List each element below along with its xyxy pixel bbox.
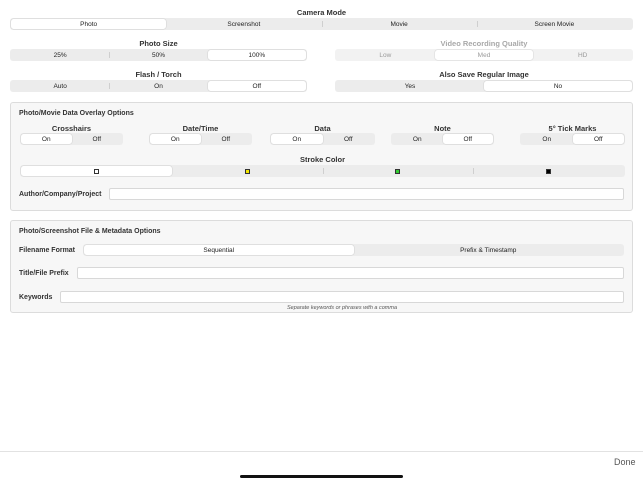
datetime-toggle[interactable]: On Off bbox=[149, 133, 252, 145]
stroke-color-black[interactable] bbox=[473, 166, 624, 176]
stroke-color-label: Stroke Color bbox=[299, 155, 345, 164]
flash-on[interactable]: On bbox=[109, 81, 207, 91]
flash-off[interactable]: Off bbox=[207, 81, 306, 91]
prefix-label: Title/File Prefix bbox=[19, 270, 69, 277]
flash-auto[interactable]: Auto bbox=[11, 81, 109, 91]
video-quality-segmented-control[interactable]: Low Med HD bbox=[335, 49, 633, 61]
metadata-options-title: Photo/Screenshot File & Metadata Options bbox=[19, 228, 161, 235]
datetime-label: Date/Time bbox=[182, 124, 219, 133]
camera-mode-label: Camera Mode bbox=[296, 8, 347, 17]
black-swatch-icon bbox=[546, 168, 552, 174]
note-on[interactable]: On bbox=[392, 134, 443, 144]
done-button[interactable]: Done bbox=[614, 457, 636, 467]
note-label: Note bbox=[434, 124, 451, 133]
tick-marks-toggle[interactable]: On Off bbox=[520, 133, 625, 145]
keywords-label: Keywords bbox=[19, 294, 53, 301]
crosshairs-toggle[interactable]: On Off bbox=[20, 133, 123, 145]
video-quality-med[interactable]: Med bbox=[434, 50, 534, 60]
save-regular-yes[interactable]: Yes bbox=[336, 81, 484, 91]
crosshairs-off[interactable]: Off bbox=[72, 134, 123, 144]
filename-format-sequential[interactable]: Sequential bbox=[84, 245, 354, 255]
data-off[interactable]: Off bbox=[323, 134, 375, 144]
note-toggle[interactable]: On Off bbox=[391, 133, 494, 145]
save-regular-label: Also Save Regular Image bbox=[439, 70, 529, 79]
stroke-color-segmented-control[interactable] bbox=[20, 165, 625, 177]
overlay-options-title: Photo/Movie Data Overlay Options bbox=[19, 110, 134, 117]
camera-mode-movie[interactable]: Movie bbox=[321, 19, 477, 29]
camera-mode-photo[interactable]: Photo bbox=[11, 19, 167, 29]
data-toggle[interactable]: On Off bbox=[270, 133, 375, 145]
filename-format-segmented-control[interactable]: Sequential Prefix & Timestamp bbox=[83, 244, 624, 256]
filename-format-label: Filename Format bbox=[19, 247, 76, 254]
flash-label: Flash / Torch bbox=[135, 70, 182, 79]
photo-size-segmented-control[interactable]: 25% 50% 100% bbox=[10, 49, 307, 61]
save-regular-no[interactable]: No bbox=[484, 81, 632, 91]
yellow-swatch-icon bbox=[244, 168, 250, 174]
photo-size-25[interactable]: 25% bbox=[11, 50, 109, 60]
stroke-color-yellow[interactable] bbox=[172, 166, 323, 176]
footer-divider bbox=[0, 451, 643, 452]
flash-segmented-control[interactable]: Auto On Off bbox=[10, 80, 307, 92]
keywords-hint: Separate keywords or phrases with a comm… bbox=[286, 305, 398, 311]
white-swatch-icon bbox=[93, 168, 99, 174]
author-label: Author/Company/Project bbox=[19, 191, 102, 198]
tick-marks-off[interactable]: Off bbox=[572, 134, 624, 144]
datetime-off[interactable]: Off bbox=[201, 134, 252, 144]
video-quality-label: Video Recording Quality bbox=[440, 39, 528, 48]
video-quality-hd[interactable]: HD bbox=[533, 50, 632, 60]
datetime-on[interactable]: On bbox=[150, 134, 201, 144]
tick-marks-label: 5° Tick Marks bbox=[548, 124, 597, 133]
metadata-options-panel: Photo/Screenshot File & Metadata Options… bbox=[10, 220, 633, 313]
crosshairs-on[interactable]: On bbox=[21, 134, 72, 144]
photo-size-50[interactable]: 50% bbox=[109, 50, 207, 60]
home-indicator bbox=[240, 475, 403, 478]
data-on[interactable]: On bbox=[271, 134, 323, 144]
overlay-options-panel: Photo/Movie Data Overlay Options Crossha… bbox=[10, 102, 633, 211]
prefix-input[interactable] bbox=[77, 267, 624, 279]
crosshairs-label: Crosshairs bbox=[51, 124, 92, 133]
camera-mode-screenshot[interactable]: Screenshot bbox=[166, 19, 321, 29]
tick-marks-on[interactable]: On bbox=[521, 134, 573, 144]
keywords-input[interactable] bbox=[60, 291, 624, 303]
note-off[interactable]: Off bbox=[442, 134, 493, 144]
data-label: Data bbox=[314, 124, 331, 133]
green-swatch-icon bbox=[395, 168, 401, 174]
camera-mode-segmented-control[interactable]: Photo Screenshot Movie Screen Movie bbox=[10, 18, 633, 30]
camera-mode-screen-movie[interactable]: Screen Movie bbox=[476, 19, 632, 29]
save-regular-segmented-control[interactable]: Yes No bbox=[335, 80, 633, 92]
filename-format-prefix-timestamp[interactable]: Prefix & Timestamp bbox=[354, 245, 624, 255]
author-input[interactable] bbox=[109, 188, 624, 200]
stroke-color-green[interactable] bbox=[322, 166, 474, 176]
photo-size-label: Photo Size bbox=[139, 39, 178, 48]
stroke-color-white[interactable] bbox=[21, 166, 172, 176]
video-quality-low[interactable]: Low bbox=[336, 50, 435, 60]
photo-size-100[interactable]: 100% bbox=[207, 50, 306, 60]
